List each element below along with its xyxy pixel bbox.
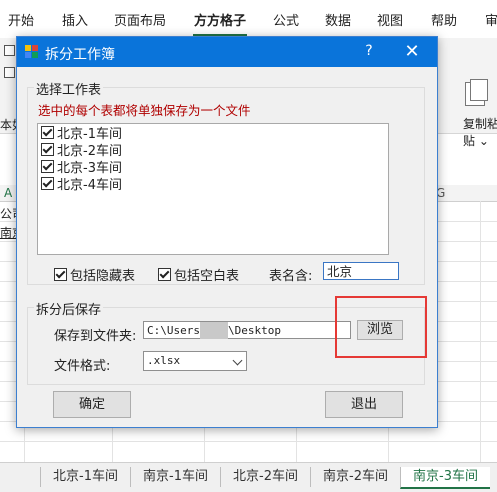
ok-button[interactable]: 确定 — [53, 391, 131, 418]
app-icon — [25, 45, 39, 59]
select-hint: 选中的每个表都将单独保存为一个文件 — [38, 103, 251, 118]
tab-data[interactable]: 数据 — [325, 10, 351, 29]
include-blank-option[interactable]: 包括空白表 — [158, 265, 239, 284]
ribbon-tab-bar: 开始 插入 页面布局 方方格子 公式 数据 视图 帮助 审 — [0, 0, 497, 38]
checkbox[interactable] — [41, 160, 54, 173]
sheet-tab-active[interactable]: 南京-3车间 — [400, 467, 490, 489]
dialog-titlebar[interactable]: 拆分工作簿 ? ✕ — [17, 37, 437, 67]
copy-label-2: 贴 ⌄ — [463, 134, 489, 148]
include-hidden-option[interactable]: 包括隐藏表 — [54, 265, 135, 284]
tab-view[interactable]: 视图 — [377, 10, 403, 29]
select-sheets-legend: 选择工作表 — [34, 79, 104, 98]
copy-icon — [465, 79, 488, 106]
chevron-down-icon — [232, 355, 243, 366]
copy-paste-button[interactable]: 复制粘 贴 ⌄ — [455, 78, 497, 148]
save-to-label: 保存到文件夹: — [54, 329, 137, 344]
sheet-listbox[interactable]: 北京-1车间 北京-2车间 北京-3车间 北京-4车间 — [37, 123, 389, 255]
tab-fangfang[interactable]: 方方格子 — [194, 10, 246, 29]
ribbon-checkbox[interactable] — [4, 67, 15, 78]
checkbox[interactable] — [41, 126, 54, 139]
file-format-label: 文件格式: — [54, 359, 111, 374]
tab-page-layout[interactable]: 页面布局 — [114, 10, 166, 29]
sheet-tab[interactable]: 北京-1车间 — [40, 467, 130, 487]
chevron-down-icon: ⌄ — [478, 134, 489, 148]
ribbon-checkbox[interactable] — [4, 45, 15, 56]
sheet-tab-bar: 北京-1车间 南京-1车间 北京-2车间 南京-2车间 南京-3车间 — [0, 462, 497, 492]
list-item[interactable]: 北京-4车间 — [41, 177, 122, 193]
include-blank-checkbox[interactable] — [158, 268, 171, 281]
tab-review[interactable]: 审 — [485, 10, 497, 29]
column-a-header[interactable]: A — [4, 186, 12, 200]
exit-button[interactable]: 退出 — [325, 391, 403, 418]
help-button[interactable]: ? — [359, 43, 379, 59]
name-contains-input[interactable]: 北京 — [323, 262, 399, 280]
redacted-username — [200, 322, 228, 339]
tab-help[interactable]: 帮助 — [431, 10, 457, 29]
save-path-input[interactable]: C:\Users \Desktop — [143, 321, 351, 339]
close-icon[interactable]: ✕ — [400, 41, 424, 62]
copy-label: 复制粘 — [463, 117, 497, 131]
annotation-highlight-box — [335, 296, 427, 358]
file-format-select[interactable]: .xlsx — [143, 351, 247, 371]
list-item[interactable]: 北京-2车间 — [41, 143, 122, 159]
list-item[interactable]: 北京-1车间 — [41, 126, 122, 142]
sheet-tab[interactable]: 南京-1车间 — [130, 467, 220, 487]
checkbox[interactable] — [41, 177, 54, 190]
name-contains-label: 表名含: — [269, 269, 313, 284]
list-item[interactable]: 北京-3车间 — [41, 160, 122, 176]
tab-insert[interactable]: 插入 — [62, 10, 88, 29]
checkbox[interactable] — [41, 143, 54, 156]
dialog-title: 拆分工作簿 — [45, 47, 115, 63]
tab-home[interactable]: 开始 — [8, 10, 34, 29]
split-workbook-dialog: 拆分工作簿 ? ✕ 选择工作表 选中的每个表都将单独保存为一个文件 北京-1车间… — [16, 36, 438, 428]
sheet-tab[interactable]: 北京-2车间 — [220, 467, 310, 487]
include-hidden-checkbox[interactable] — [54, 268, 67, 281]
sheet-tab[interactable]: 南京-2车间 — [310, 467, 400, 487]
save-legend: 拆分后保存 — [34, 299, 104, 318]
tab-formulas[interactable]: 公式 — [273, 10, 299, 29]
